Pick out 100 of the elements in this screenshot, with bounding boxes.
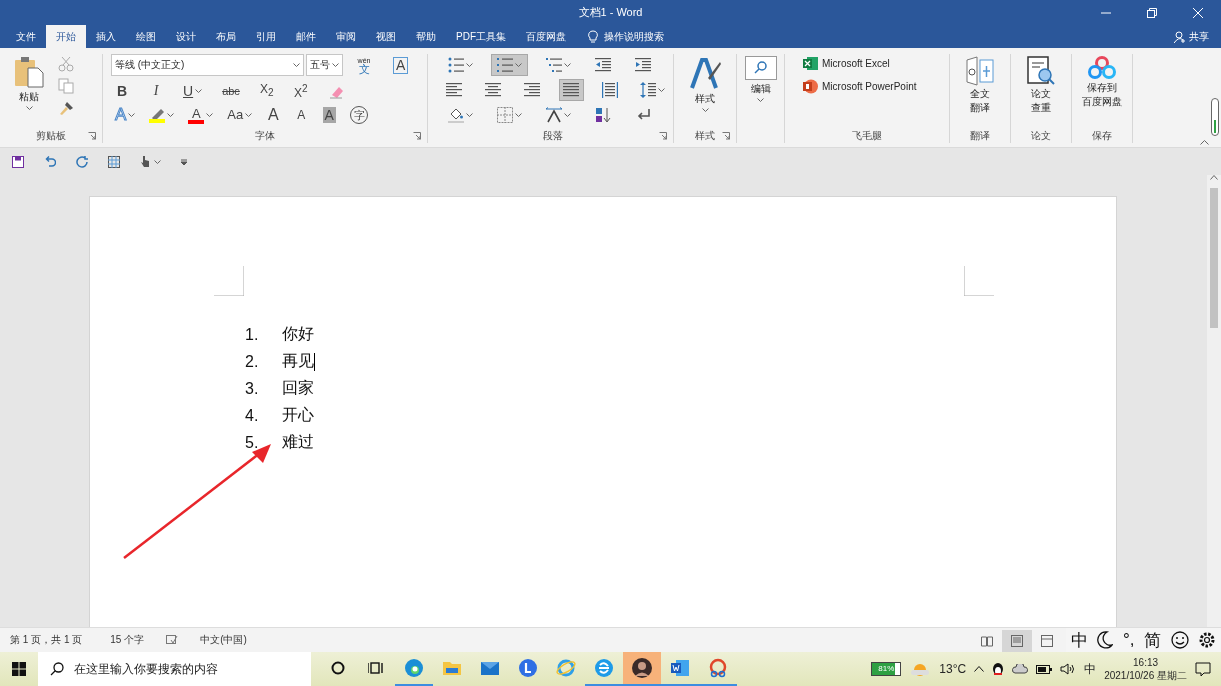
- list-item-text: 再见: [282, 351, 314, 371]
- ribbon-tab[interactable]: 邮件: [286, 25, 326, 48]
- grow-font-button[interactable]: A: [262, 104, 285, 126]
- font-size-field[interactable]: 五号: [306, 54, 343, 76]
- group-label: 保存: [1091, 129, 1113, 143]
- strikethrough-button[interactable]: abc: [218, 80, 244, 102]
- ime-label[interactable]: 简: [1144, 628, 1162, 652]
- mail-icon: [480, 660, 500, 676]
- app-link-button[interactable]: Microsoft PowerPoint: [803, 79, 949, 94]
- bold-button[interactable]: B: [111, 80, 133, 102]
- ribbon-tab[interactable]: 插入: [86, 25, 126, 48]
- search-field[interactable]: 在这里输入你要搜索的内容: [38, 652, 311, 686]
- ribbon-tab[interactable]: 开始: [46, 25, 86, 48]
- group-label: 论文: [1030, 129, 1052, 143]
- translate-icon: [965, 56, 995, 86]
- ribbon-tab[interactable]: 视图: [366, 25, 406, 48]
- ribbon-tab[interactable]: 帮助: [406, 25, 446, 48]
- ime-label[interactable]: °,: [1122, 630, 1135, 650]
- chevron-up-icon[interactable]: [974, 666, 985, 672]
- search-icon: [744, 56, 777, 80]
- ribbon-tab[interactable]: 绘图: [126, 25, 166, 48]
- italic-button[interactable]: I: [145, 80, 167, 102]
- ime-label[interactable]: 中: [1070, 628, 1088, 652]
- letter-circle-icon: [518, 658, 538, 678]
- ribbon-tab[interactable]: 文件: [6, 25, 46, 48]
- scroll-thumb[interactable]: [1210, 188, 1218, 328]
- tell-me-search[interactable]: 操作说明搜索: [588, 25, 664, 48]
- sort-icon: [595, 107, 611, 123]
- avatar-icon: [632, 658, 652, 678]
- numbered-list-icon: [497, 57, 513, 73]
- subscript-button[interactable]: X$_{2}$: [255, 80, 278, 102]
- collapse-ribbon-icon[interactable]: [1200, 140, 1209, 145]
- caret-icon: [167, 113, 175, 117]
- caret-icon: [245, 113, 253, 117]
- ribbon-tab[interactable]: 设计: [166, 25, 206, 48]
- touch-hand-icon[interactable]: [140, 155, 150, 168]
- battery-icon[interactable]: [1036, 664, 1053, 674]
- language-label[interactable]: 中文(中国): [200, 633, 247, 647]
- ribbon-tab[interactable]: 审阅: [326, 25, 366, 48]
- undo-icon[interactable]: [44, 155, 56, 168]
- font-name-field[interactable]: 等线 (中文正文): [111, 54, 304, 76]
- proofing-icon[interactable]: [166, 635, 179, 645]
- caret-icon: [195, 89, 203, 93]
- table-icon[interactable]: [108, 155, 120, 168]
- dialog-launcher-icon[interactable]: [659, 132, 667, 140]
- view-button[interactable]: [1002, 630, 1032, 652]
- add-in-button[interactable]: 全文 翻译: [961, 54, 999, 129]
- caret-icon: [564, 63, 571, 67]
- cloud-icon[interactable]: [1012, 664, 1029, 674]
- person-icon: [1174, 30, 1186, 43]
- ribbon-tab[interactable]: 布局: [206, 25, 246, 48]
- notification-icon[interactable]: [1195, 661, 1211, 677]
- outdent-icon: [595, 57, 611, 73]
- share-button[interactable]: 共享: [1174, 25, 1209, 48]
- moon-icon[interactable]: [1097, 631, 1114, 649]
- list-number: 2.: [245, 352, 260, 371]
- volume-icon[interactable]: [1060, 663, 1077, 675]
- ribbon-tab[interactable]: PDF工具集: [446, 25, 516, 48]
- caret-icon: [332, 63, 339, 67]
- paste-button[interactable]: 粘贴: [10, 54, 48, 129]
- character-shading-button[interactable]: A: [318, 104, 341, 126]
- editing-button[interactable]: 编辑: [740, 54, 781, 129]
- add-in-button[interactable]: 保存到 百度网盘: [1078, 54, 1126, 129]
- clock[interactable]: 16:13 2021/10/26 星期二: [1104, 656, 1187, 682]
- group-label: 段落: [541, 129, 564, 143]
- superscript-button[interactable]: X$^{2}$: [289, 80, 312, 102]
- settings-icon[interactable]: [1198, 631, 1217, 649]
- list-number: 4.: [245, 406, 260, 425]
- font-color-button[interactable]: A: [184, 104, 218, 126]
- customize-icon[interactable]: [181, 158, 187, 165]
- page-count: 第 1 页，共 1 页: [10, 633, 83, 647]
- format-painter-icon[interactable]: [58, 100, 74, 116]
- add-in-button[interactable]: 论文 查重: [1022, 54, 1060, 129]
- shrink-font-button[interactable]: A: [290, 104, 313, 126]
- redo-icon[interactable]: [76, 155, 88, 168]
- dialog-launcher-icon[interactable]: [88, 132, 96, 140]
- penguin-icon[interactable]: [992, 662, 1005, 676]
- input-indicator[interactable]: 中: [1084, 660, 1097, 678]
- windows-logo-icon[interactable]: [12, 662, 26, 676]
- page-icon: [1011, 635, 1023, 647]
- dialog-launcher-icon[interactable]: [413, 132, 421, 140]
- app-link-button[interactable]: Microsoft Excel: [803, 56, 949, 71]
- browser-icon: [556, 658, 576, 678]
- save-icon[interactable]: [12, 155, 24, 168]
- ribbon-tab[interactable]: 百度网盘: [516, 25, 576, 48]
- ribbon-tab[interactable]: 引用: [246, 25, 286, 48]
- styles-button[interactable]: 样式: [684, 54, 726, 129]
- underline-button[interactable]: U: [179, 80, 207, 102]
- smiley-icon[interactable]: [1170, 631, 1189, 649]
- change-case-button[interactable]: Aa: [223, 104, 257, 126]
- align-right-icon: [524, 82, 541, 98]
- edge-icon: [404, 658, 424, 678]
- taskbar-app[interactable]: [623, 652, 661, 686]
- paragraph-tool-button[interactable]: [558, 79, 584, 101]
- close-icon: [1193, 7, 1203, 18]
- caret-icon: [701, 108, 709, 112]
- list-item-text: 回家: [282, 378, 314, 398]
- circle-icon: [331, 661, 345, 675]
- caret-icon: [658, 88, 666, 92]
- dialog-launcher-icon[interactable]: [722, 132, 730, 140]
